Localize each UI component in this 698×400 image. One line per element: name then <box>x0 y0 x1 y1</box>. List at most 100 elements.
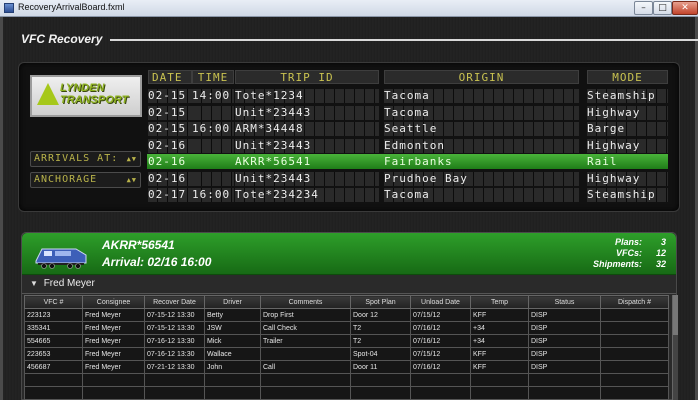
column-header[interactable]: Status <box>528 295 601 309</box>
table-cell[interactable]: Trailer <box>260 334 351 348</box>
table-cell[interactable]: DISP <box>528 334 601 348</box>
arrivals-mode-select[interactable]: ARRIVALS AT: ▲▼ <box>30 151 141 167</box>
table-cell[interactable]: Door 11 <box>350 360 411 374</box>
table-cell[interactable]: 223653 <box>24 347 83 361</box>
table-cell[interactable]: Fred Meyer <box>82 321 145 335</box>
table-cell[interactable]: 07-16-12 13:30 <box>144 334 205 348</box>
table-cell[interactable] <box>260 347 351 361</box>
board-cell-origin[interactable]: Tacoma <box>384 89 579 103</box>
table-cell[interactable]: 07/15/12 <box>410 308 471 322</box>
table-cell[interactable]: 07/15/12 <box>410 347 471 361</box>
table-cell[interactable]: DISP <box>528 308 601 322</box>
table-cell[interactable]: KFF <box>470 347 529 361</box>
table-cell[interactable] <box>144 373 205 387</box>
table-row[interactable]: 223123 Fred Meyer 07-15-12 13:30 Betty Drop … <box>24 308 669 322</box>
table-cell[interactable]: +34 <box>470 321 529 335</box>
board-cell-trip[interactable]: Unit*23443 <box>235 106 379 120</box>
board-cell-date[interactable]: 02-17 <box>148 188 192 202</box>
table-cell[interactable]: JSW <box>204 321 261 335</box>
table-cell[interactable] <box>260 386 351 400</box>
table-row[interactable]: 335341 Fred Meyer 07-15-12 13:30 JSW Call Ch… <box>24 321 669 335</box>
table-cell[interactable]: Door 12 <box>350 308 411 322</box>
table-cell[interactable]: DISP <box>528 321 601 335</box>
table-cell[interactable] <box>350 386 411 400</box>
board-cell-trip[interactable]: Tote*234234 <box>235 188 379 202</box>
table-cell[interactable]: DISP <box>528 347 601 361</box>
consignee-group-header[interactable]: ▼ Fred Meyer <box>24 278 674 292</box>
table-cell[interactable]: 07/16/12 <box>410 360 471 374</box>
board-cell-trip[interactable]: AKRR*56541 <box>235 155 379 169</box>
board-cell-mode[interactable]: Rail <box>587 155 668 169</box>
vfc-table-scrollbar[interactable] <box>672 295 678 400</box>
spinner-arrows-icon[interactable]: ▲▼ <box>127 173 137 187</box>
table-cell[interactable]: John <box>204 360 261 374</box>
board-cell-time[interactable] <box>192 172 234 186</box>
table-cell[interactable] <box>470 373 529 387</box>
table-cell[interactable] <box>260 373 351 387</box>
table-cell[interactable] <box>24 386 83 400</box>
table-cell[interactable] <box>24 373 83 387</box>
table-cell[interactable]: Spot-04 <box>350 347 411 361</box>
table-cell[interactable] <box>204 373 261 387</box>
table-cell[interactable] <box>600 334 669 348</box>
column-header[interactable]: Consignee <box>82 295 145 309</box>
table-row[interactable]: 223653 Fred Meyer 07-16-12 13:30 Wallace Spo… <box>24 347 669 361</box>
board-cell-date[interactable]: 02-15 <box>148 122 192 136</box>
table-row[interactable] <box>24 386 669 400</box>
table-row[interactable] <box>24 373 669 387</box>
table-cell[interactable]: 07/16/12 <box>410 321 471 335</box>
table-cell[interactable]: 335341 <box>24 321 83 335</box>
board-cell-date[interactable]: 02-16 <box>148 155 192 169</box>
board-cell-mode[interactable]: Steamship <box>587 188 668 202</box>
column-header[interactable]: Temp <box>470 295 529 309</box>
table-cell[interactable]: 07-15-12 13:30 <box>144 308 205 322</box>
board-cell-time[interactable]: 14:00 <box>192 89 234 103</box>
table-cell[interactable]: Fred Meyer <box>82 360 145 374</box>
board-cell-date[interactable]: 02-15 <box>148 89 192 103</box>
column-header[interactable]: Unload Date <box>410 295 471 309</box>
board-cell-mode[interactable]: Barge <box>587 122 668 136</box>
table-cell[interactable]: Drop First <box>260 308 351 322</box>
scrollbar-thumb[interactable] <box>673 295 678 335</box>
board-cell-mode[interactable]: Highway <box>587 139 668 153</box>
board-cell-origin[interactable]: Tacoma <box>384 188 579 202</box>
table-cell[interactable]: +34 <box>470 334 529 348</box>
board-cell-mode[interactable]: Highway <box>587 106 668 120</box>
column-header[interactable]: Recover Date <box>144 295 205 309</box>
close-button[interactable]: ✕ <box>672 1 698 15</box>
table-cell[interactable] <box>350 373 411 387</box>
board-cell-origin[interactable]: Tacoma <box>384 106 579 120</box>
table-cell[interactable] <box>528 386 601 400</box>
table-cell[interactable] <box>600 347 669 361</box>
table-cell[interactable] <box>410 373 471 387</box>
table-cell[interactable]: Betty <box>204 308 261 322</box>
table-cell[interactable]: 456687 <box>24 360 83 374</box>
spinner-arrows-icon[interactable]: ▲▼ <box>127 152 137 166</box>
board-cell-time[interactable]: 16:00 <box>192 122 234 136</box>
table-cell[interactable] <box>410 386 471 400</box>
board-cell-trip[interactable]: Unit*23443 <box>235 172 379 186</box>
board-cell-time[interactable]: 16:00 <box>192 188 234 202</box>
table-cell[interactable] <box>600 386 669 400</box>
table-cell[interactable]: 07/16/12 <box>410 334 471 348</box>
column-header[interactable]: VFC # <box>24 295 83 309</box>
board-cell-trip[interactable]: ARM*34448 <box>235 122 379 136</box>
board-cell-trip[interactable]: Unit*23443 <box>235 139 379 153</box>
board-cell-time[interactable] <box>192 155 234 169</box>
board-cell-origin[interactable]: Edmonton <box>384 139 579 153</box>
table-cell[interactable] <box>82 373 145 387</box>
board-cell-origin[interactable]: Fairbanks <box>384 155 579 169</box>
board-cell-time[interactable] <box>192 106 234 120</box>
table-cell[interactable] <box>204 386 261 400</box>
board-cell-origin[interactable]: Seattle <box>384 122 579 136</box>
board-cell-mode[interactable]: Highway <box>587 172 668 186</box>
table-cell[interactable]: KFF <box>470 308 529 322</box>
board-cell-date[interactable]: 02-15 <box>148 106 192 120</box>
board-cell-origin[interactable]: Prudhoe Bay <box>384 172 579 186</box>
board-cell-date[interactable]: 02-16 <box>148 172 192 186</box>
board-cell-date[interactable]: 02-16 <box>148 139 192 153</box>
location-select[interactable]: ANCHORAGE ▲▼ <box>30 172 141 188</box>
minimize-button[interactable]: – <box>634 1 653 15</box>
collapse-triangle-icon[interactable]: ▼ <box>30 279 38 288</box>
table-cell[interactable]: 07-15-12 13:30 <box>144 321 205 335</box>
